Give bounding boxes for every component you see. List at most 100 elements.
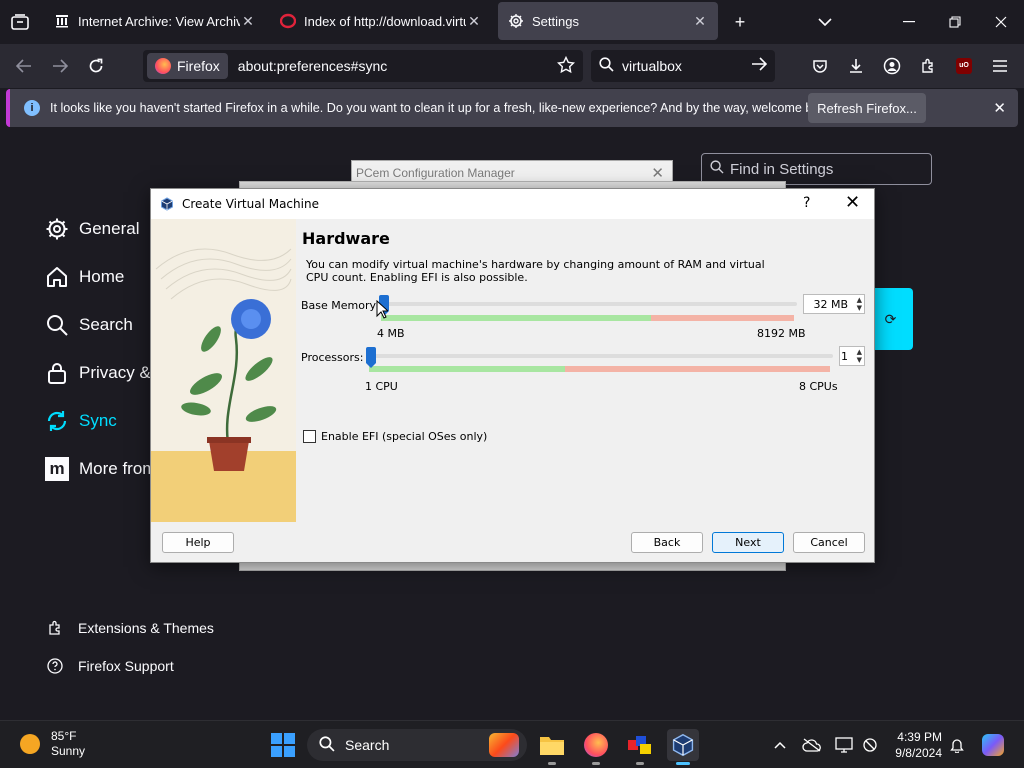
pcem-taskbar-icon[interactable] <box>624 729 656 765</box>
back-arrow-icon[interactable] <box>10 52 38 80</box>
processors-spinbox[interactable]: 1 ▲ ▼ <box>839 346 865 366</box>
chevron-up-icon[interactable] <box>768 733 792 757</box>
list-all-tabs-icon[interactable] <box>8 10 32 34</box>
pocket-icon[interactable] <box>806 52 834 80</box>
processors-label: Processors: <box>301 351 364 364</box>
processors-slider[interactable] <box>367 354 833 358</box>
taskbar-search-box[interactable]: Search <box>307 729 527 761</box>
sidebar-item-sync[interactable]: Sync <box>44 405 117 437</box>
sunny-weather-icon <box>20 734 40 754</box>
tab-label: Settings <box>532 13 579 29</box>
spin-arrows-icon[interactable]: ▲ ▼ <box>857 348 862 364</box>
close-tab-icon[interactable]: ✕ <box>466 13 482 30</box>
tab-label: Index of http://download.virtualbox <box>304 13 466 29</box>
base-memory-slider[interactable] <box>379 302 797 306</box>
navigation-toolbar: Firefox about:preferences#sync virtualbo… <box>0 44 1024 88</box>
tab-internet-archive[interactable]: Internet Archive: View Archive ✕ <box>44 2 266 40</box>
memory-overcommit-zone <box>651 315 794 321</box>
new-tab-plus-icon[interactable]: + <box>728 10 752 34</box>
cpu-recommended-zone <box>369 366 565 372</box>
tab-virtualbox-index[interactable]: Index of http://download.virtualbox ✕ <box>270 2 492 40</box>
chevron-down-icon[interactable] <box>813 10 837 34</box>
cloud-offline-icon[interactable] <box>800 733 824 757</box>
display-icon[interactable] <box>832 733 856 757</box>
base-memory-spinbox[interactable]: 32 MB ▲ ▼ <box>803 294 865 314</box>
search-bar[interactable]: virtualbox <box>591 50 775 82</box>
hamburger-menu-icon[interactable] <box>986 52 1014 80</box>
tab-settings[interactable]: Settings ✕ <box>498 2 718 40</box>
weather-temperature: 85°F <box>51 729 77 743</box>
home-icon <box>44 264 70 290</box>
spin-arrows-icon[interactable]: ▲ ▼ <box>857 296 862 312</box>
reload-icon[interactable] <box>82 52 110 80</box>
close-icon[interactable]: ✕ <box>651 164 664 182</box>
clock-date: 9/8/2024 <box>895 746 942 760</box>
weather-widget[interactable]: 85°F Sunny <box>20 729 85 759</box>
close-tab-icon[interactable]: ✕ <box>692 13 708 30</box>
enable-efi-checkbox[interactable]: Enable EFI (special OSes only) <box>303 430 487 443</box>
search-highlight-icon <box>489 733 519 757</box>
checkbox-box[interactable] <box>303 430 316 443</box>
next-button[interactable]: Next <box>712 532 784 553</box>
ublock-origin-icon[interactable]: uO <box>950 52 978 80</box>
identity-box[interactable]: Firefox <box>147 53 228 79</box>
downloads-icon[interactable] <box>842 52 870 80</box>
virtualbox-taskbar-icon[interactable] <box>667 729 699 765</box>
firefox-logo-icon <box>155 58 171 74</box>
system-clock[interactable]: 4:39 PM 9/8/2024 <box>890 729 942 761</box>
minimize-window-icon[interactable] <box>897 10 921 34</box>
windows-start-icon[interactable] <box>271 733 295 757</box>
running-indicator <box>636 762 644 765</box>
sidebar-item-search[interactable]: Search <box>44 309 133 341</box>
network-disconnected-icon[interactable] <box>858 733 882 757</box>
search-icon <box>710 160 724 178</box>
search-icon <box>319 735 335 755</box>
create-vm-dialog: Create Virtual Machine ? ✕ Hardware You … <box>150 188 875 563</box>
extensions-themes-link[interactable]: Extensions & Themes <box>46 617 214 639</box>
tab-label: Internet Archive: View Archive <box>78 13 240 29</box>
help-button[interactable]: Help <box>162 532 234 553</box>
enable-efi-label: Enable EFI (special OSes only) <box>321 430 488 443</box>
cpu-overcommit-zone <box>565 366 830 372</box>
gear-icon <box>44 216 70 242</box>
close-window-icon[interactable] <box>989 10 1013 34</box>
dialog-titlebar: Create Virtual Machine <box>151 189 874 219</box>
forward-arrow-icon[interactable] <box>46 52 74 80</box>
extensions-puzzle-icon[interactable] <box>914 52 942 80</box>
puzzle-icon <box>46 620 64 636</box>
help-icon <box>46 658 64 674</box>
sidebar-item-more-from-mozilla[interactable]: m More from <box>44 453 156 485</box>
refresh-firefox-button[interactable]: Refresh Firefox... <box>808 93 926 123</box>
back-button[interactable]: Back <box>631 532 703 553</box>
context-help-icon[interactable]: ? <box>803 195 810 211</box>
search-icon <box>44 312 70 338</box>
notification-bell-icon[interactable] <box>945 733 969 757</box>
sidebar-item-general[interactable]: General <box>44 213 139 245</box>
sidebar-item-privacy[interactable]: Privacy & <box>44 357 151 389</box>
sidebar-item-home[interactable]: Home <box>44 261 124 293</box>
search-go-arrow-icon[interactable] <box>751 57 768 74</box>
wizard-illustration <box>151 219 296 522</box>
copilot-icon[interactable] <box>980 733 1006 757</box>
url-text[interactable]: about:preferences#sync <box>238 58 387 74</box>
notification-text: It looks like you haven't started Firefo… <box>50 101 836 115</box>
bookmark-star-icon[interactable] <box>556 55 576 79</box>
firefox-taskbar-icon[interactable] <box>580 729 612 765</box>
file-explorer-icon[interactable] <box>536 729 568 765</box>
close-tab-icon[interactable]: ✕ <box>240 13 256 30</box>
sidebar-item-label: Search <box>79 315 133 334</box>
sidebar-item-label: General <box>79 219 140 238</box>
memory-recommended-zone <box>381 315 651 321</box>
url-bar[interactable]: Firefox about:preferences#sync <box>143 50 583 82</box>
close-icon[interactable]: ✕ <box>993 99 1006 117</box>
identity-label: Firefox <box>177 58 220 74</box>
restore-window-icon[interactable] <box>943 10 967 34</box>
cancel-button[interactable]: Cancel <box>793 532 865 553</box>
processors-value: 1 <box>841 349 848 363</box>
running-indicator <box>548 762 556 765</box>
close-icon[interactable]: ✕ <box>845 192 860 213</box>
search-input[interactable]: virtualbox <box>622 58 682 74</box>
firefox-support-link[interactable]: Firefox Support <box>46 655 174 677</box>
account-icon[interactable] <box>878 52 906 80</box>
processors-slider-handle[interactable] <box>366 347 376 368</box>
